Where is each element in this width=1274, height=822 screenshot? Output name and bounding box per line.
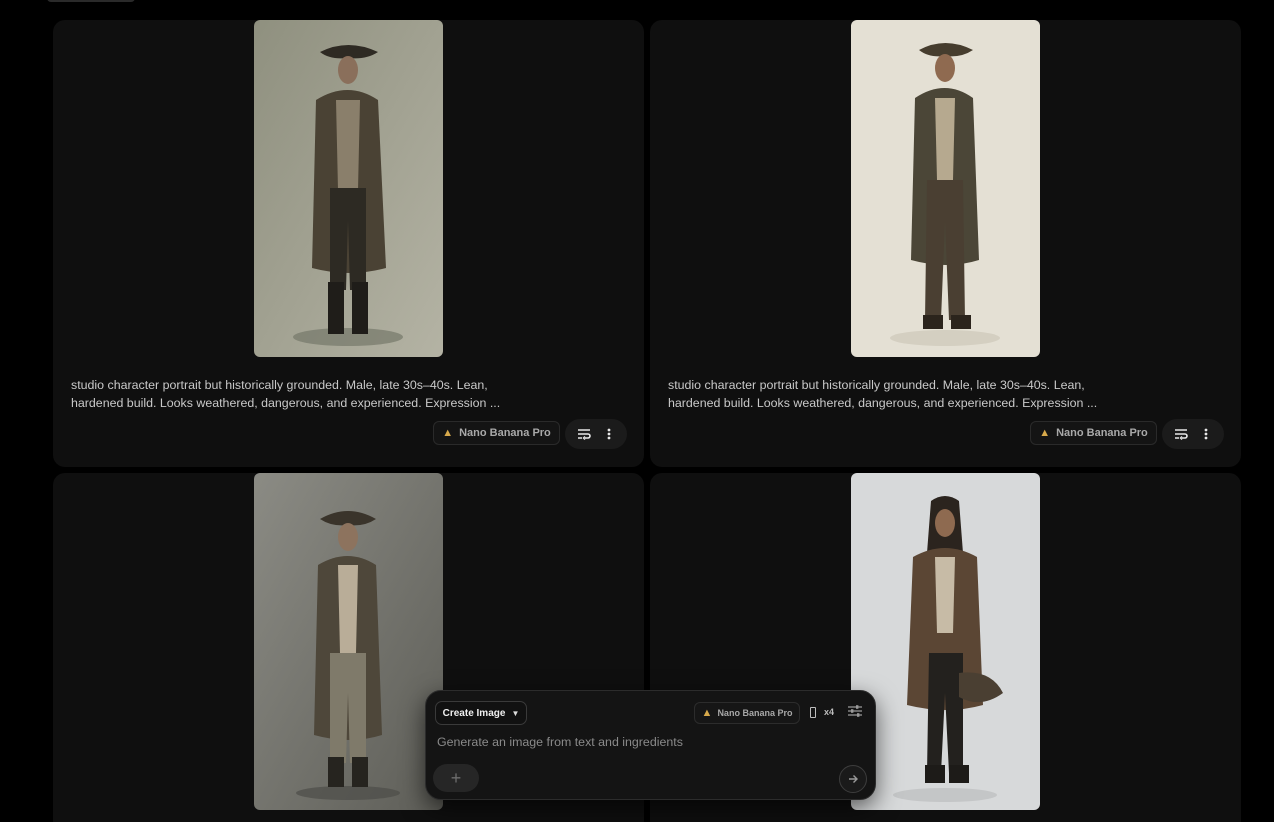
model-chip[interactable]: ▲ Nano Banana Pro: [1030, 421, 1157, 445]
prompt-text: studio character portrait but historical…: [71, 378, 501, 410]
image-count[interactable]: x4: [824, 707, 834, 717]
generated-image[interactable]: [851, 20, 1040, 357]
prompt-text: studio character portrait but historical…: [668, 378, 1098, 410]
banana-icon: ▲: [701, 707, 713, 719]
image-card: studio character portrait but historical…: [53, 20, 644, 467]
more-vertical-icon[interactable]: [1195, 423, 1217, 445]
prompt-composer: Create Image ▼ ▲ Nano Banana Pro x4 +: [425, 690, 876, 800]
card-actions: [565, 419, 627, 449]
top-toolbar-edge: [47, 0, 135, 2]
gallery-stage: studio character portrait but historical…: [0, 0, 1274, 822]
banana-icon: ▲: [442, 427, 454, 439]
create-image-dropdown[interactable]: Create Image ▼: [435, 701, 527, 725]
add-ingredient-button[interactable]: +: [433, 764, 479, 792]
portrait-aspect-icon[interactable]: [810, 707, 816, 718]
wrap-text-icon[interactable]: [1170, 423, 1192, 445]
image-card: studio character portrait but historical…: [650, 20, 1241, 467]
generated-image[interactable]: [254, 473, 443, 810]
generated-image[interactable]: [254, 20, 443, 357]
model-selector[interactable]: ▲ Nano Banana Pro: [694, 702, 800, 724]
wrap-text-icon[interactable]: [573, 423, 595, 445]
generated-image[interactable]: [851, 473, 1040, 810]
more-vertical-icon[interactable]: [598, 423, 620, 445]
card-actions: [1162, 419, 1224, 449]
caret-down-icon: ▼: [511, 708, 520, 718]
model-chip[interactable]: ▲ Nano Banana Pro: [433, 421, 560, 445]
tune-icon[interactable]: [847, 704, 863, 723]
send-button[interactable]: [839, 765, 867, 793]
arrow-right-icon: [849, 775, 858, 783]
banana-icon: ▲: [1039, 427, 1051, 439]
prompt-input[interactable]: [437, 733, 857, 751]
